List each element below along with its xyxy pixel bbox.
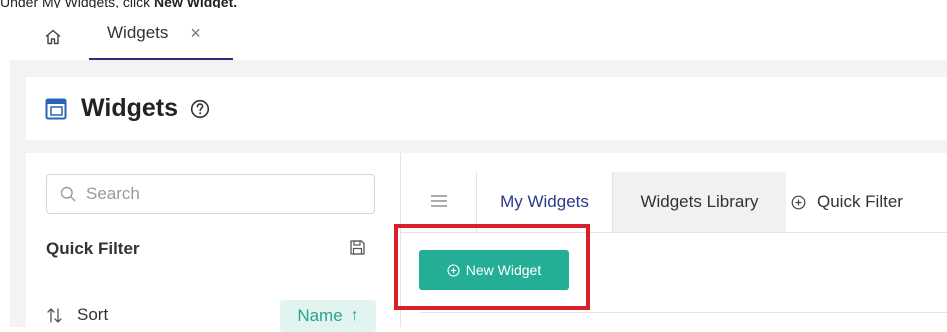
new-widget-button[interactable]: New Widget <box>419 250 569 290</box>
sort-icon <box>47 307 62 323</box>
tab-my-widgets[interactable]: My Widgets <box>476 172 613 232</box>
question-circle-icon[interactable] <box>190 99 210 119</box>
top-tab-bar: Widgets × <box>10 8 947 60</box>
sort-row[interactable]: Sort <box>46 305 108 325</box>
content-divider <box>420 312 947 313</box>
plus-circle-icon <box>447 263 460 277</box>
page-header: Widgets <box>26 77 947 140</box>
search-box[interactable] <box>46 174 375 214</box>
window-icon <box>45 98 67 119</box>
tab-widgets-label: Widgets <box>107 23 169 42</box>
sidebar-panel: Quick Filter Sort Name ↑ <box>26 153 400 332</box>
quick-filter-title: Quick Filter <box>46 239 140 258</box>
sort-direction-icon: ↑ <box>350 307 359 324</box>
sort-label: Sort <box>77 305 109 324</box>
sort-name-chip[interactable]: Name ↑ <box>280 300 376 332</box>
quick-filter-button[interactable]: Quick Filter <box>791 172 903 232</box>
page-title: Widgets <box>81 94 178 122</box>
new-widget-label: New Widget <box>465 262 542 278</box>
home-tab[interactable] <box>36 20 70 54</box>
search-input[interactable] <box>84 183 368 205</box>
widget-tab-row: My Widgets Widgets Library Quick Filter <box>401 153 947 233</box>
save-icon[interactable] <box>349 239 366 256</box>
hamburger-menu-icon[interactable] <box>430 193 448 209</box>
home-icon <box>45 29 61 45</box>
tab-widgets-library[interactable]: Widgets Library <box>613 172 786 232</box>
search-icon <box>60 186 76 202</box>
plus-circle-icon <box>791 195 806 209</box>
close-icon[interactable]: × <box>190 24 201 42</box>
quick-filter-label: Quick Filter <box>817 192 903 211</box>
tab-widgets[interactable]: Widgets × <box>89 8 233 60</box>
sort-value: Name <box>297 306 343 325</box>
